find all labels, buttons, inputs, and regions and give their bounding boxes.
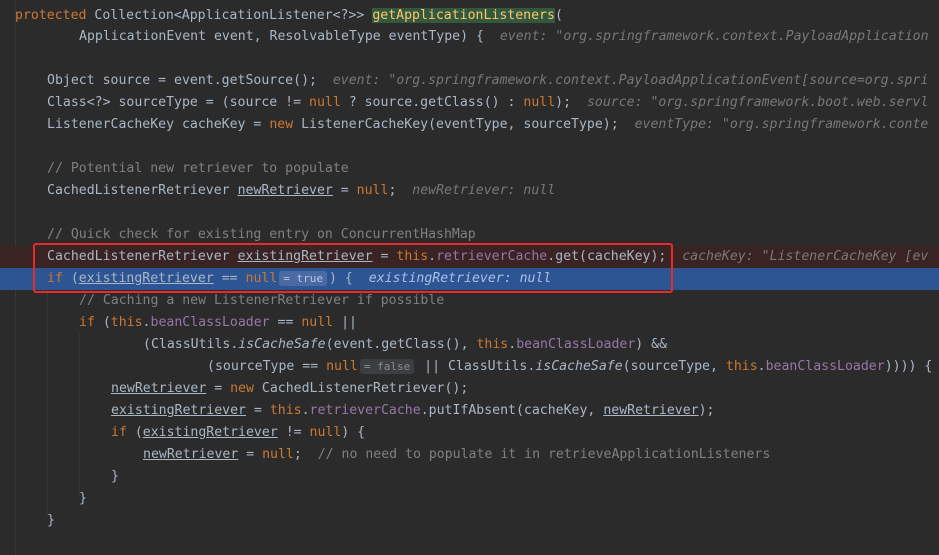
code-comment: // Caching a new ListenerRetriever if po… [79, 293, 445, 308]
debug-inline-value: source: "org.springframework.boot.web.se… [586, 95, 929, 110]
inlay-hint: = false [359, 359, 415, 374]
debug-inline-value: cacheKey: "ListenerCacheKey [ev [682, 249, 929, 264]
code-line: if (this.beanClassLoader == null || [79, 315, 357, 330]
code-line: } [111, 469, 119, 484]
code-line: (ClassUtils.isCacheSafe(event.getClass()… [143, 337, 668, 352]
indent-guide [79, 334, 80, 495]
breakpoint-line[interactable]: CachedListenerRetriever existingRetrieve… [0, 246, 939, 268]
code-line: ApplicationEvent event, ResolvableType e… [79, 29, 929, 44]
inlay-hint: = true [279, 271, 328, 286]
code-line: } [47, 513, 55, 528]
code-line: (sourceType == null = false || ClassUtils… [207, 359, 933, 374]
code-line: if (existingRetriever != null) { [111, 425, 366, 440]
code-line: // Potential new retriever to populate [47, 158, 939, 180]
code-line: Object source = event.getSource(); event… [47, 73, 929, 88]
code-editor[interactable]: protected Collection<ApplicationListener… [0, 0, 939, 555]
code-line: } [79, 491, 87, 506]
indent-guide [47, 290, 48, 515]
code-line: // Caching a new ListenerRetriever if po… [79, 290, 939, 312]
code-line: protected Collection<ApplicationListener… [15, 8, 563, 23]
debug-inline-value: event: "org.springframework.context.Payl… [332, 73, 929, 88]
method-name: getApplicationListeners [372, 8, 555, 23]
code-line: CachedListenerRetriever newRetriever = n… [47, 183, 556, 198]
code-line: existingRetriever = this.retrieverCache.… [111, 403, 715, 418]
code-comment: // Quick check for existing entry on Con… [47, 227, 476, 242]
execution-point-line[interactable]: if (existingRetriever == null = true) { e… [0, 268, 939, 290]
code-line: newRetriever = null; // no need to popul… [143, 447, 771, 462]
code-comment: // Potential new retriever to populate [47, 161, 349, 176]
code-line: // Quick check for existing entry on Con… [47, 224, 939, 246]
code-comment: // no need to populate it in retrieveApp… [301, 447, 771, 462]
debug-inline-value: eventType: "org.springframework.conte [634, 117, 929, 132]
code-line: ListenerCacheKey cacheKey = new Listener… [47, 117, 929, 132]
debug-inline-value: event: "org.springframework.context.Payl… [499, 29, 929, 44]
code-line: newRetriever = new CachedListenerRetriev… [111, 381, 469, 396]
debug-inline-value: existingRetriever: null [368, 271, 552, 286]
debug-inline-value: newRetriever: null [412, 183, 556, 198]
code-line: Class<?> sourceType = (source != null ? … [47, 95, 929, 110]
